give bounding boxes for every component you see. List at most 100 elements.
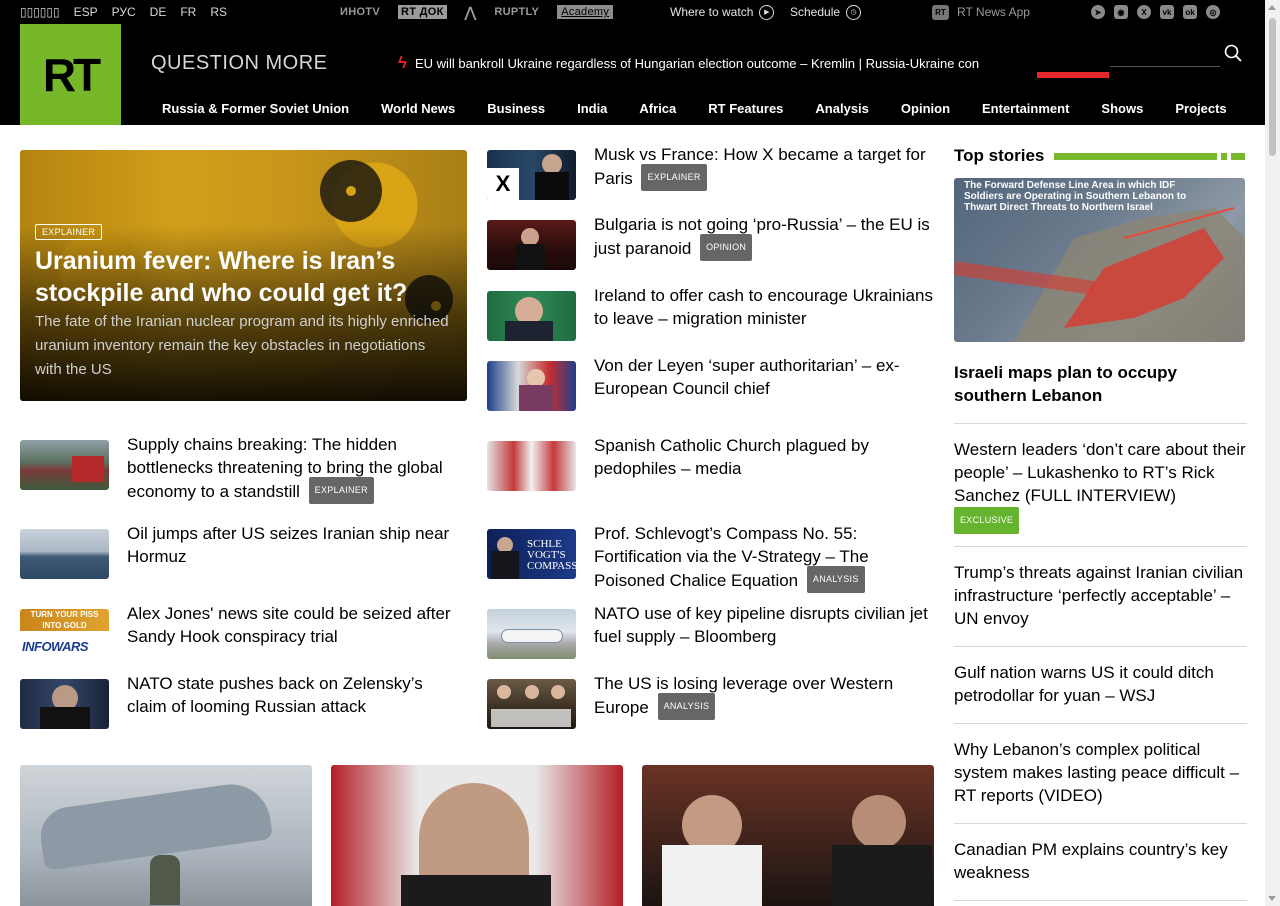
nav-entertainment[interactable]: Entertainment xyxy=(966,100,1085,118)
article-thumbnail xyxy=(487,220,576,270)
schedule-label: Schedule xyxy=(790,5,841,19)
nav-africa[interactable]: Africa xyxy=(623,100,692,118)
list-item[interactable]: SCHLE VOGT'S COMPASS Prof. Schlevogt’s C… xyxy=(487,524,934,595)
rss-icon[interactable]: ◉ xyxy=(1114,5,1128,19)
language-link-ar[interactable]: ▯▯▯▯▯▯ xyxy=(20,5,60,19)
article-title: Alex Jones' news site could be seized af… xyxy=(127,604,451,646)
partner-link-academy[interactable]: Academy xyxy=(557,5,614,19)
article-thumbnail xyxy=(20,440,109,490)
page-scrollbar[interactable] xyxy=(1265,0,1280,906)
top-story-item[interactable]: Western leaders ‘don’t care about their … xyxy=(954,438,1247,534)
telegram-icon[interactable]: ➤ xyxy=(1091,5,1105,19)
list-item[interactable]: X Musk vs France: How X became a target … xyxy=(487,145,934,200)
top-story-tag: EXCLUSIVE xyxy=(954,507,1020,534)
article-title: Oil jumps after US seizes Iranian ship n… xyxy=(127,524,450,566)
language-link-fr[interactable]: FR xyxy=(180,5,196,19)
language-link-esp[interactable]: ESP xyxy=(74,5,98,19)
language-link-rs[interactable]: RS xyxy=(210,5,227,19)
nav-world-news[interactable]: World News xyxy=(365,100,471,118)
divider xyxy=(954,723,1247,724)
nav-projects[interactable]: Projects xyxy=(1159,100,1242,118)
search-icon[interactable] xyxy=(1224,44,1242,62)
divider xyxy=(954,546,1247,547)
odnoklassniki-icon[interactable]: ok xyxy=(1183,5,1197,19)
divider xyxy=(954,423,1247,424)
list-item[interactable]: Ireland to offer cash to encourage Ukrai… xyxy=(487,286,934,341)
top-story-item[interactable]: Trump’s threats against Iranian civilian… xyxy=(954,561,1247,630)
play-icon: ▶ xyxy=(759,4,775,20)
search-underline xyxy=(1110,66,1220,67)
scroll-up-arrow-icon[interactable] xyxy=(1268,5,1276,10)
top-utility-bar: ▯▯▯▯▯▯ ESP РУС DE FR RS ИНОTV RT ДОК ⋀ R… xyxy=(0,0,1280,24)
list-item[interactable]: Von der Leyen ‘super authoritarian’ – ex… xyxy=(487,356,934,411)
list-item[interactable]: Bulgaria is not going ‘pro-Russia’ – the… xyxy=(487,215,934,270)
nav-shows[interactable]: Shows xyxy=(1085,100,1159,118)
top-story-item[interactable]: Gulf nation warns US it could ditch petr… xyxy=(954,661,1247,707)
partner-link-inotv[interactable]: ИНОTV xyxy=(340,6,380,18)
rt-logo[interactable]: RT xyxy=(20,24,121,125)
partner-link-icon[interactable]: ⋀ xyxy=(465,4,477,21)
article-tag: ANALYSIS xyxy=(657,693,716,720)
schedule-link[interactable]: Schedule ◷ xyxy=(790,0,862,24)
article-title: NATO state pushes back on Zelensky’s cla… xyxy=(127,674,423,716)
article-thumbnail xyxy=(487,361,576,411)
list-item[interactable]: NATO use of key pipeline disrupts civili… xyxy=(487,604,934,659)
vk-icon[interactable]: vk xyxy=(1160,5,1174,19)
article-thumbnail xyxy=(487,441,576,491)
top-story-lead[interactable]: Israeli maps plan to occupy southern Leb… xyxy=(954,361,1245,407)
nav-india[interactable]: India xyxy=(561,100,623,118)
x-icon: X xyxy=(487,168,519,200)
scrollbar-thumb[interactable] xyxy=(1269,18,1276,156)
news-app-label: RT News App xyxy=(957,5,1030,19)
x-icon[interactable]: X xyxy=(1137,5,1151,19)
article-title: Bulgaria is not going ‘pro-Russia’ – the… xyxy=(594,213,934,270)
article-thumbnail: X xyxy=(487,150,576,200)
news-app-link[interactable]: RT RT News App xyxy=(932,0,1030,24)
top-story-image-caption: The Forward Defense Line Area in which I… xyxy=(964,180,1187,213)
main-navigation: Russia & Former Soviet Union World News … xyxy=(146,100,1243,118)
ticker-text: EU will bankroll Ukraine regardless of H… xyxy=(415,55,980,71)
where-to-watch-label: Where to watch xyxy=(670,5,754,19)
where-to-watch-link[interactable]: Where to watch ▶ xyxy=(670,0,775,24)
social-links: ➤ ◉ X vk ok ◎ xyxy=(1091,0,1220,24)
language-link-de[interactable]: DE xyxy=(150,5,167,19)
list-item[interactable]: Supply chains breaking: The hidden bottl… xyxy=(20,435,467,506)
hero-title[interactable]: Uranium fever: Where is Iran’s stockpile… xyxy=(35,245,455,309)
list-item[interactable]: NATO state pushes back on Zelensky’s cla… xyxy=(20,674,467,729)
partner-links: ИНОTV RT ДОК ⋀ RUPTLY Academy xyxy=(340,0,614,24)
nav-rt-features[interactable]: RT Features xyxy=(692,100,799,118)
article-title: Prof. Schlevogt’s Compass No. 55: Fortif… xyxy=(594,522,934,595)
featured-card[interactable] xyxy=(20,765,312,906)
top-story-image[interactable]: The Forward Defense Line Area in which I… xyxy=(954,178,1245,342)
divider xyxy=(954,646,1247,647)
top-stories-header: Top stories xyxy=(954,145,1245,167)
featured-card[interactable] xyxy=(642,765,934,906)
nav-opinion[interactable]: Opinion xyxy=(885,100,966,118)
list-item[interactable]: Oil jumps after US seizes Iranian ship n… xyxy=(20,524,467,579)
list-item[interactable]: TURN YOUR PISS INTO GOLD INFOWARS Alex J… xyxy=(20,604,467,659)
rumble-icon[interactable]: ◎ xyxy=(1206,5,1220,19)
scroll-down-arrow-icon[interactable] xyxy=(1268,896,1276,901)
hero-article[interactable]: EXPLAINER Uranium fever: Where is Iran’s… xyxy=(20,150,467,401)
article-title: The US is losing leverage over Western E… xyxy=(594,672,934,729)
article-tag: EXPLAINER xyxy=(641,164,707,191)
list-item[interactable]: Spanish Catholic Church plagued by pedop… xyxy=(487,436,934,491)
lightning-icon: ϟ xyxy=(398,53,407,72)
clock-icon: ◷ xyxy=(846,4,862,20)
language-link-rus[interactable]: РУС xyxy=(112,5,136,19)
nav-analysis[interactable]: Analysis xyxy=(799,100,884,118)
divider xyxy=(954,823,1247,824)
nav-russia-former-soviet-union[interactable]: Russia & Former Soviet Union xyxy=(146,100,365,118)
top-story-item[interactable]: Canadian PM explains country’s key weakn… xyxy=(954,838,1247,884)
breaking-news-ticker[interactable]: ϟ EU will bankroll Ukraine regardless of… xyxy=(398,52,998,74)
list-item[interactable]: The US is losing leverage over Western E… xyxy=(487,674,934,729)
article-title: Von der Leyen ‘super authoritarian’ – ex… xyxy=(594,356,900,398)
featured-card[interactable] xyxy=(331,765,623,906)
ticker-progress-indicator xyxy=(1037,72,1109,78)
top-story-item[interactable]: Why Lebanon’s complex political system m… xyxy=(954,738,1247,807)
partner-link-rtdoc[interactable]: RT ДОК xyxy=(397,5,447,19)
hero-summary: The fate of the Iranian nuclear program … xyxy=(35,313,449,378)
partner-link-ruptly[interactable]: RUPTLY xyxy=(494,6,539,18)
article-thumbnail xyxy=(20,529,109,579)
nav-business[interactable]: Business xyxy=(471,100,561,118)
